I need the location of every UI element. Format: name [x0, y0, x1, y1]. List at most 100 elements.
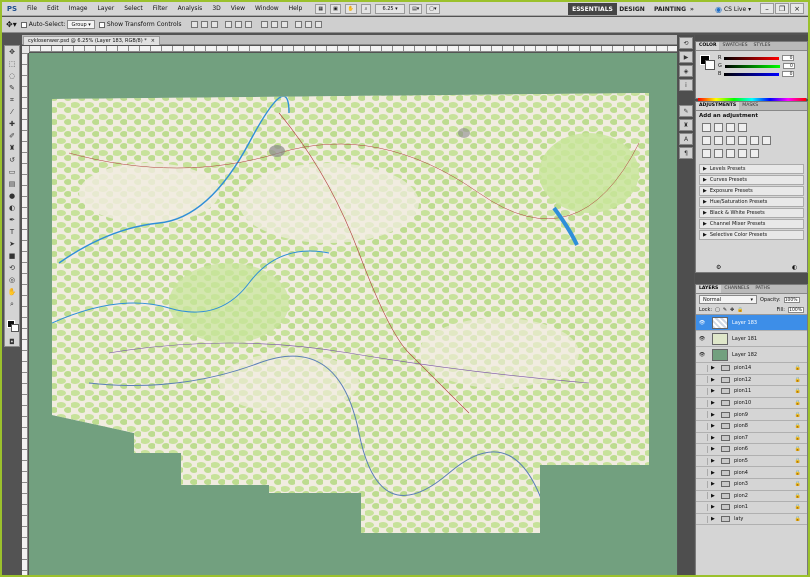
- eye-icon[interactable]: 👁: [696, 352, 708, 358]
- quick-mask-icon[interactable]: ◘: [5, 336, 19, 348]
- hand-tool-icon[interactable]: ✋: [5, 286, 19, 298]
- expand-triangle-icon[interactable]: ▶: [711, 458, 717, 464]
- eye-icon[interactable]: 👁: [696, 320, 708, 326]
- screen-mode-button[interactable]: ▢▾: [426, 3, 440, 14]
- history-brush-icon[interactable]: ↺: [5, 154, 19, 166]
- group-row[interactable]: ▶ pion7 🔒: [696, 432, 807, 445]
- visibility-box[interactable]: [696, 422, 708, 430]
- adjustments-tab-masks[interactable]: MASKS: [739, 102, 761, 110]
- menu-item-analysis[interactable]: Analysis: [173, 2, 208, 16]
- visibility-box[interactable]: [696, 503, 708, 511]
- clone-source-icon[interactable]: ♜: [679, 119, 693, 131]
- threshold-icon[interactable]: [726, 149, 735, 158]
- launch-bridge-button[interactable]: ▦: [315, 3, 327, 14]
- move-tool-icon[interactable]: ✥▾: [6, 20, 17, 29]
- preset-item[interactable]: ▶ Selective Color Presets: [699, 230, 804, 240]
- group-row[interactable]: ▶ pion2 🔒: [696, 490, 807, 503]
- 3d-orbit-icon[interactable]: ◎: [5, 274, 19, 286]
- black-white-icon[interactable]: [738, 136, 747, 145]
- pen-icon[interactable]: ✒: [5, 214, 19, 226]
- document-canvas[interactable]: [29, 53, 677, 575]
- group-row[interactable]: ▶ pion9 🔒: [696, 409, 807, 421]
- blend-mode-dropdown[interactable]: Normal ▾: [699, 295, 757, 304]
- preset-item[interactable]: ▶ Hue/Saturation Presets: [699, 197, 804, 207]
- distribute-hcenter-icon[interactable]: [305, 21, 313, 28]
- layers-tab-paths[interactable]: PATHS: [752, 285, 772, 293]
- distribute-bottom-icon[interactable]: [281, 21, 289, 28]
- blur-icon[interactable]: ●: [5, 190, 19, 202]
- eye-icon[interactable]: 👁: [696, 336, 708, 342]
- selective-color-icon[interactable]: [750, 149, 759, 158]
- close-icon[interactable]: ×: [790, 3, 804, 14]
- group-row[interactable]: ▶ pion6 🔒: [696, 444, 807, 456]
- history-icon[interactable]: ⟲: [679, 37, 693, 49]
- menu-item-edit[interactable]: Edit: [42, 2, 64, 16]
- lasso-icon[interactable]: ◌: [5, 70, 19, 82]
- move-icon[interactable]: ✥: [5, 46, 19, 58]
- group-row[interactable]: ▶ laty 🔒: [696, 513, 807, 526]
- preset-item[interactable]: ▶ Curves Presets: [699, 175, 804, 185]
- expand-triangle-icon[interactable]: ▶: [711, 504, 717, 510]
- distribute-right-icon[interactable]: [315, 21, 323, 28]
- preset-item[interactable]: ▶ Black & White Presets: [699, 208, 804, 218]
- align-hcenter-icon[interactable]: [235, 21, 243, 28]
- vertical-ruler[interactable]: [22, 53, 28, 575]
- channel-value[interactable]: 0: [782, 55, 795, 61]
- lock-all-icon[interactable]: 🔒: [737, 307, 743, 313]
- layers-tab-channels[interactable]: CHANNELS: [721, 285, 752, 293]
- character-icon[interactable]: A: [679, 133, 693, 145]
- layer-row[interactable]: 👁 Layer 183: [696, 315, 807, 331]
- healing-brush-icon[interactable]: ✚: [5, 118, 19, 130]
- menu-item-3d[interactable]: 3D: [207, 2, 225, 16]
- lock-pixels-icon[interactable]: ✎: [723, 307, 727, 313]
- visibility-box[interactable]: [696, 376, 708, 384]
- expand-triangle-icon[interactable]: ▶: [711, 435, 717, 441]
- more-workspaces-icon[interactable]: »: [690, 3, 694, 15]
- menu-item-image[interactable]: Image: [64, 2, 93, 16]
- gradient-icon[interactable]: ▤: [5, 178, 19, 190]
- preset-item[interactable]: ▶ Channel Mixer Presets: [699, 219, 804, 229]
- visibility-box[interactable]: [696, 399, 708, 407]
- zoom-tool-icon[interactable]: ⌕: [5, 298, 19, 310]
- group-row[interactable]: ▶ pion8 🔒: [696, 420, 807, 433]
- visibility-box[interactable]: [696, 411, 708, 419]
- menu-item-select[interactable]: Select: [119, 2, 148, 16]
- quick-select-icon[interactable]: ✎: [5, 82, 19, 94]
- group-row[interactable]: ▶ pion1 🔒: [696, 502, 807, 514]
- minimize-icon[interactable]: –: [760, 3, 774, 14]
- horizontal-ruler[interactable]: [29, 46, 677, 52]
- exposure-icon[interactable]: [738, 123, 747, 132]
- brightness-contrast-icon[interactable]: [702, 123, 711, 132]
- distribute-top-icon[interactable]: [261, 21, 269, 28]
- visibility-box[interactable]: [696, 515, 708, 523]
- cslive-button[interactable]: ◉ CS Live ▾: [715, 3, 751, 15]
- fill-field[interactable]: 100%: [788, 306, 804, 313]
- adjustments-tab-adjustments[interactable]: ADJUSTMENTS: [696, 102, 740, 110]
- align-left-icon[interactable]: [225, 21, 233, 28]
- visibility-box[interactable]: [696, 457, 708, 465]
- visibility-box[interactable]: [696, 469, 708, 477]
- brushes-icon[interactable]: ✎: [679, 105, 693, 117]
- clone-stamp-icon[interactable]: ♜: [5, 142, 19, 154]
- hand-icon[interactable]: ✋: [344, 3, 358, 14]
- eyedropper-icon[interactable]: ⁄: [5, 106, 19, 118]
- visibility-box[interactable]: [696, 387, 708, 395]
- layer-row[interactable]: 👁 Layer 182: [696, 347, 807, 363]
- workspace-design[interactable]: DESIGN: [619, 3, 645, 15]
- expand-triangle-icon[interactable]: ▶: [711, 516, 717, 522]
- workspace-painting[interactable]: PAINTING: [653, 3, 687, 15]
- shape-icon[interactable]: ■: [5, 250, 19, 262]
- preset-item[interactable]: ▶ Exposure Presets: [699, 186, 804, 196]
- info-icon[interactable]: i: [679, 79, 693, 91]
- invert-icon[interactable]: [702, 149, 711, 158]
- brush-icon[interactable]: ✐: [5, 130, 19, 142]
- menu-item-file[interactable]: File: [22, 2, 42, 16]
- layer-row[interactable]: 👁 Layer 181: [696, 331, 807, 347]
- distribute-left-icon[interactable]: [295, 21, 303, 28]
- lock-transparency-icon[interactable]: ▢: [715, 307, 720, 313]
- marquee-icon[interactable]: ⬚: [5, 58, 19, 70]
- lock-position-icon[interactable]: ✥: [730, 307, 734, 313]
- menu-item-help[interactable]: Help: [284, 2, 308, 16]
- auto-select-dropdown[interactable]: Group ▾: [67, 20, 95, 29]
- visibility-box[interactable]: [696, 445, 708, 453]
